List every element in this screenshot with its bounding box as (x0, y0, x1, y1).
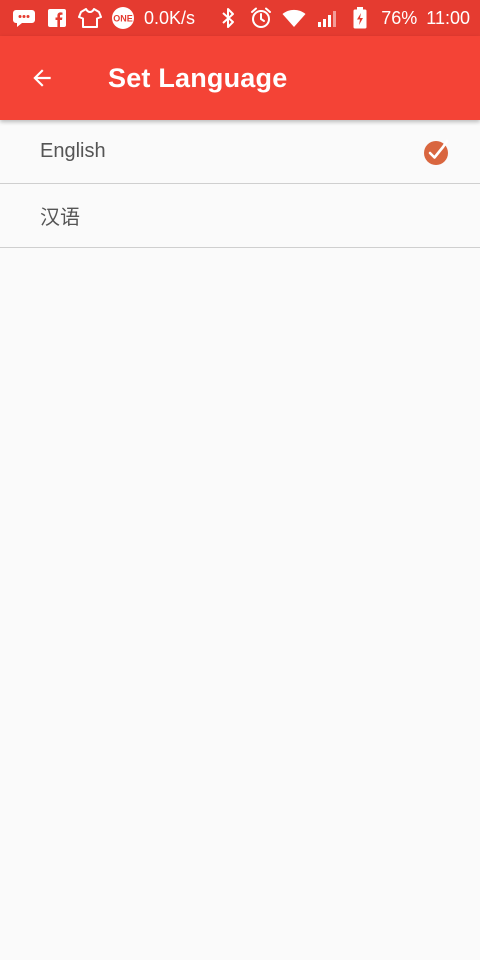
app-bar: Set Language (0, 36, 480, 120)
status-left-icons: ONE 0.0K/s (12, 6, 195, 30)
one-badge-text: ONE (113, 14, 133, 24)
back-button[interactable] (18, 54, 66, 102)
wifi-icon (282, 6, 306, 30)
battery-percentage: 76% (381, 7, 418, 28)
language-label: 汉语 (40, 207, 80, 229)
chat-icon (12, 6, 36, 30)
language-item-chinese[interactable]: 汉语 (0, 184, 480, 248)
page-title: Set Language (108, 62, 288, 93)
one-icon: ONE (111, 6, 135, 30)
facebook-icon (45, 6, 69, 30)
language-item-english[interactable]: English (0, 120, 480, 184)
alarm-icon (249, 6, 273, 30)
language-list: English 汉语 (0, 120, 480, 248)
check-circle-icon (422, 137, 452, 167)
arrow-left-icon (33, 69, 51, 87)
clock: 11:00 (426, 7, 470, 28)
language-label: English (40, 140, 106, 162)
status-right-icons: 76% 11:00 (216, 6, 470, 30)
battery-icon (348, 6, 372, 30)
signal-icon (315, 6, 339, 30)
shirt-icon (78, 6, 102, 30)
network-speed: 0.0K/s (144, 7, 196, 28)
status-bar: ONE 0.0K/s 76% 11:00 (0, 0, 480, 36)
bluetooth-icon (216, 6, 240, 30)
